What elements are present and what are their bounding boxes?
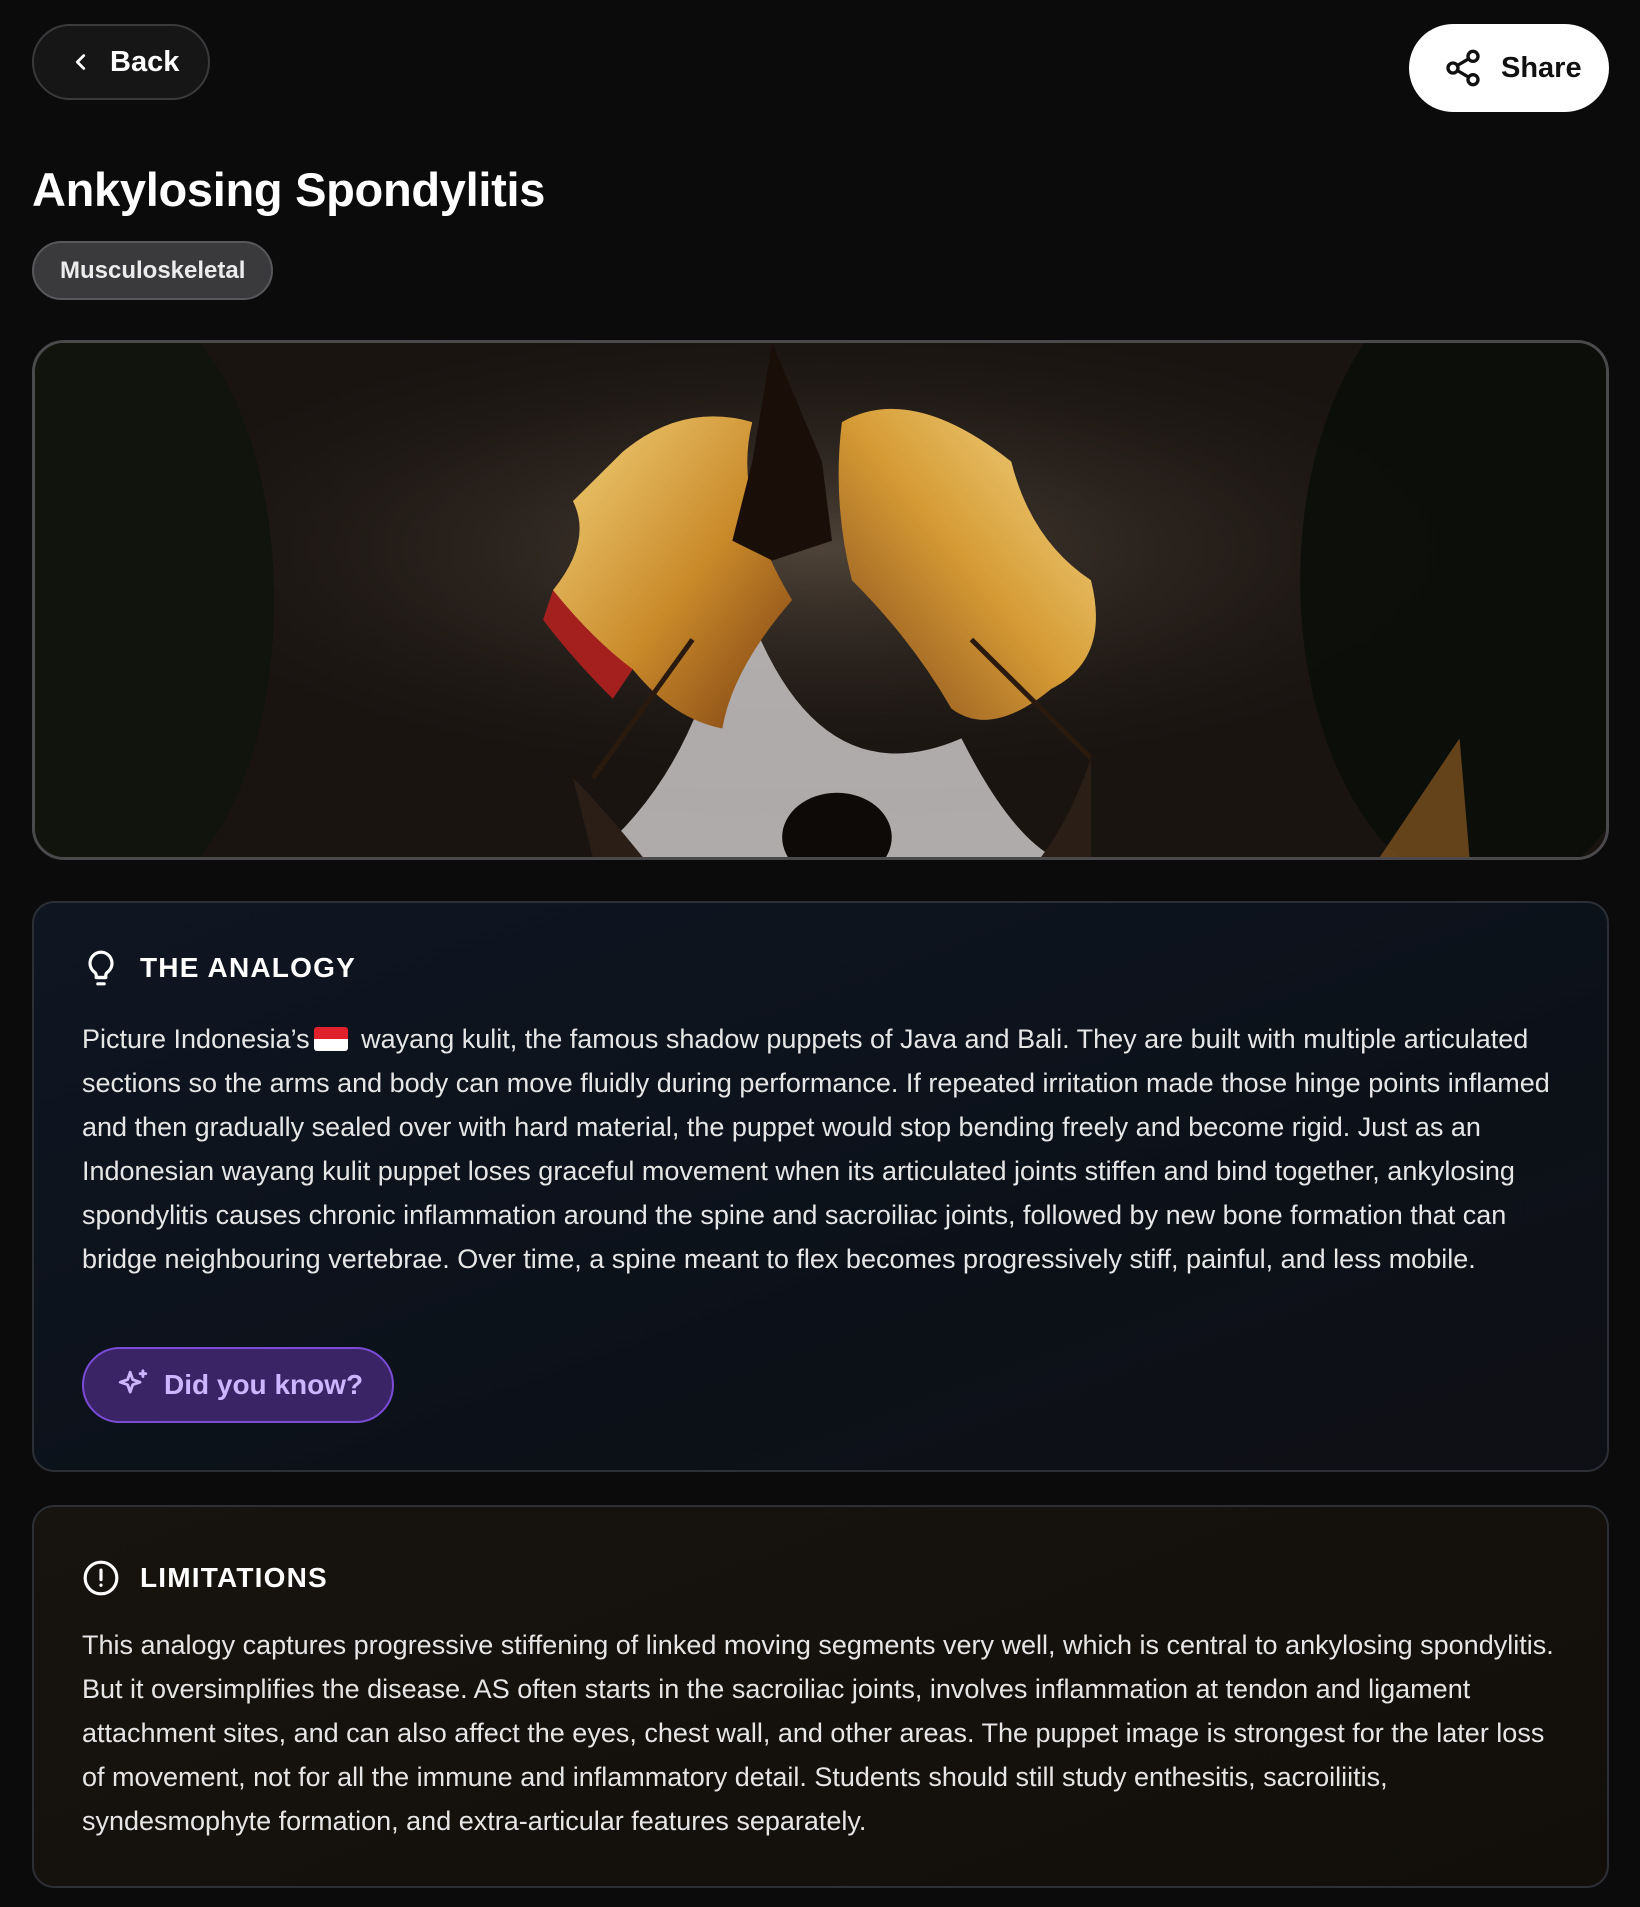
analogy-text-start: Picture Indonesia’s [82,1024,310,1054]
sparkles-icon [118,1369,148,1394]
did-you-know-button[interactable]: Did you know? [82,1347,394,1423]
back-label: Back [110,45,180,78]
limitations-header: LIMITATIONS [82,1559,328,1597]
analogy-card: THE ANALOGY Picture Indonesia’s wayang k… [32,901,1609,1472]
lightbulb-icon [88,950,114,986]
analogy-heading: THE ANALOGY [140,952,356,983]
page-title: Ankylosing Spondylitis [32,163,546,216]
share-button[interactable]: Share [1409,24,1609,112]
alert-circle-icon [83,1560,119,1596]
share-label: Share [1501,51,1582,84]
category-badge: Musculoskeletal [32,241,274,300]
limitations-card: LIMITATIONS This analogy captures progre… [32,1505,1609,1888]
analogy-text: Picture Indonesia’s wayang kulit, the fa… [82,1017,1572,1281]
analogy-header: THE ANALOGY [82,949,356,987]
hero-image [32,340,1609,860]
limitations-heading: LIMITATIONS [140,1562,328,1593]
limitations-text: This analogy captures progressive stiffe… [82,1630,1554,1836]
indonesia-flag-icon [313,1027,348,1051]
share-icon [1446,49,1480,87]
chevron-left-icon [75,54,86,70]
did-you-know-label: Did you know? [164,1369,364,1400]
back-button[interactable]: Back [32,24,210,100]
analogy-text-rest: wayang kulit, the famous shadow puppets … [82,1024,1550,1274]
